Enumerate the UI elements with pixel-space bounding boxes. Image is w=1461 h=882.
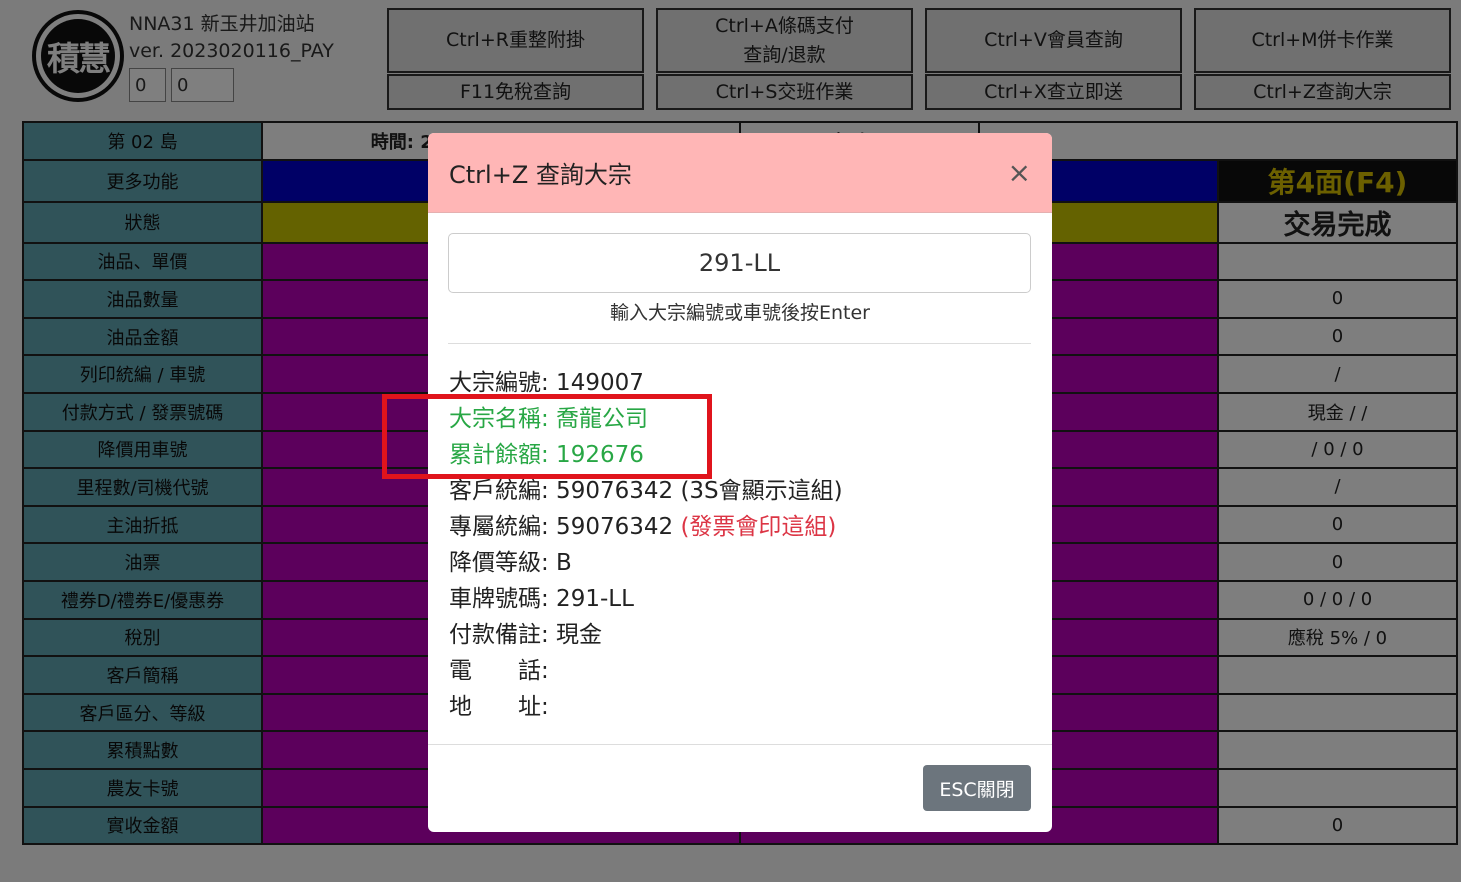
- address: 地 址:: [449, 694, 549, 720]
- esc-close-button[interactable]: ESC關閉: [923, 765, 1031, 811]
- footer-divider: [428, 744, 1052, 745]
- close-icon[interactable]: ×: [1008, 158, 1031, 187]
- exclusive-tax-id: 專屬統編: 59076342 (發票會印這組): [449, 509, 843, 545]
- exclusive-tax-value: 專屬統編: 59076342: [449, 514, 681, 540]
- phone: 電 話:: [449, 658, 549, 684]
- bulk-query-modal: Ctrl+Z 查詢大宗 × 輸入大宗編號或車號後按Enter 大宗編號: 149…: [428, 133, 1052, 832]
- divider: [448, 343, 1031, 344]
- modal-header: Ctrl+Z 查詢大宗 ×: [428, 133, 1052, 213]
- exclusive-tax-note: (發票會印這組): [680, 514, 837, 540]
- bulk-search-input[interactable]: [448, 233, 1031, 293]
- payment-note: 付款備註: 現金: [449, 622, 603, 648]
- search-hint: 輸入大宗編號或車號後按Enter: [610, 302, 870, 324]
- plate-number: 車牌號碼: 291-LL: [449, 586, 634, 612]
- discount-level: 降價等級: B: [449, 550, 572, 576]
- highlight-box: [382, 394, 712, 479]
- modal-title: Ctrl+Z 查詢大宗: [449, 161, 632, 189]
